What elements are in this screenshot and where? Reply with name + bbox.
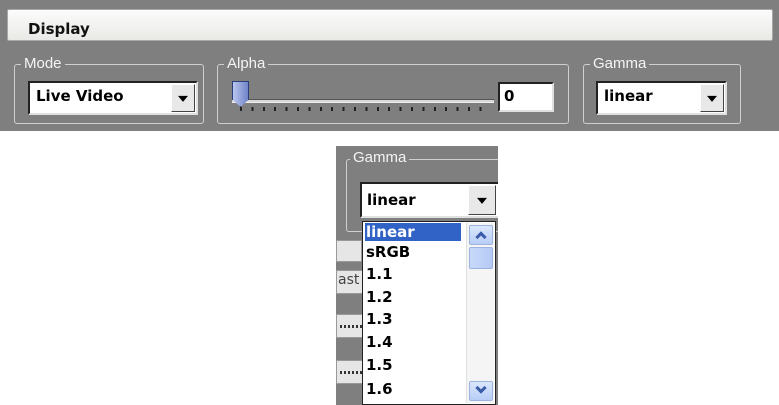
gamma-dropdown-zoomed[interactable]: linear (360, 182, 498, 218)
gamma-dropdown-expanded-view: Gamma linear ast linear sRGB 1.1 1.2 1.3… (336, 146, 498, 405)
chevron-down-icon (477, 197, 487, 204)
list-scrollbar[interactable] (466, 223, 494, 403)
scrollbar-thumb[interactable] (469, 247, 493, 269)
chevron-up-icon (475, 231, 487, 243)
gamma-label-zoomed: Gamma (350, 149, 410, 166)
list-item[interactable]: sRGB (365, 243, 461, 261)
mode-value: Live Video (36, 87, 124, 105)
alpha-label: Alpha (224, 55, 269, 73)
chevron-down-icon (707, 95, 717, 102)
gamma-value: linear (604, 87, 653, 105)
mode-label: Mode (21, 55, 65, 73)
list-item[interactable]: 1.5 (365, 356, 461, 374)
gamma-dropdown[interactable]: linear (596, 81, 727, 115)
gamma-dropdown-button[interactable] (700, 84, 724, 112)
mode-dropdown-button[interactable] (171, 84, 195, 112)
list-item[interactable]: 1.2 (365, 288, 461, 306)
panel-header (7, 9, 773, 41)
underlying-control-strip (336, 240, 362, 262)
chevron-down-icon (178, 95, 188, 102)
list-item[interactable]: 1.4 (365, 333, 461, 351)
gamma-value-zoomed: linear (367, 191, 416, 209)
alpha-slider-track[interactable] (232, 99, 494, 103)
list-item[interactable]: 1.1 (365, 265, 461, 283)
display-panel: Display Mode Live Video Alpha 0 Gamma li… (0, 0, 779, 131)
alpha-value: 0 (504, 87, 515, 105)
list-item[interactable]: 1.6 (365, 380, 461, 398)
list-item[interactable]: 1.3 (365, 310, 461, 328)
panel-title: Display (28, 20, 90, 38)
gamma-label: Gamma (590, 55, 650, 73)
alpha-slider-ticks (240, 107, 490, 111)
scroll-up-button[interactable] (469, 225, 493, 245)
scroll-down-button[interactable] (469, 381, 493, 401)
alpha-value-input[interactable]: 0 (498, 82, 554, 112)
gamma-options-list[interactable]: linear sRGB 1.1 1.2 1.3 1.4 1.5 1.6 (362, 221, 496, 405)
underlying-label-fragment: ast (338, 272, 360, 288)
list-item[interactable]: linear (364, 222, 462, 242)
gamma-dropdown-button-zoomed[interactable] (468, 185, 496, 215)
chevron-down-icon (475, 382, 487, 394)
mode-dropdown[interactable]: Live Video (28, 81, 198, 115)
